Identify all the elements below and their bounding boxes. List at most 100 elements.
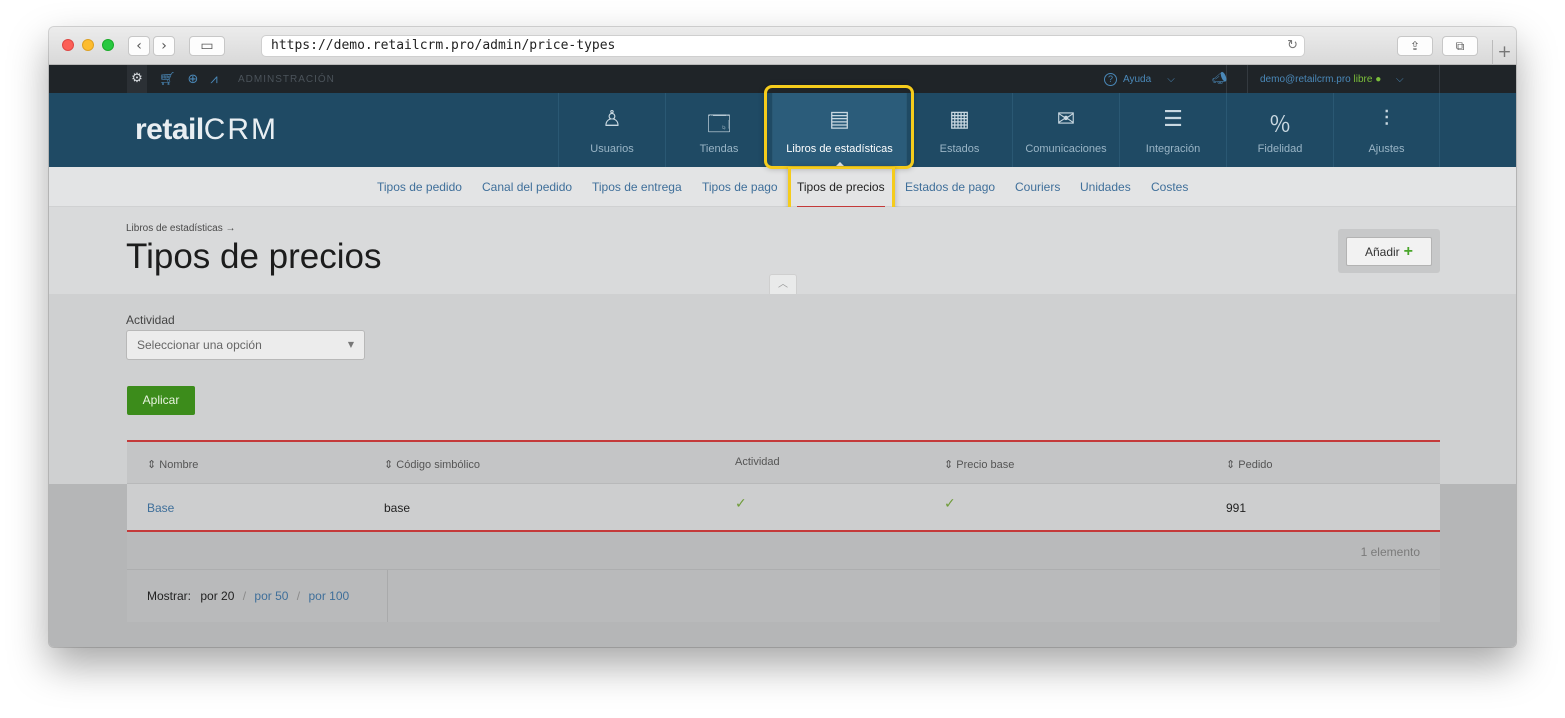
- chevron-down-icon: ⌵: [1396, 74, 1404, 85]
- nav-item-comunicaciones[interactable]: ✉ Comunicaciones: [1012, 93, 1119, 167]
- nav-item-integracion[interactable]: ☰ Integración: [1119, 93, 1226, 167]
- close-window-button[interactable]: [62, 39, 74, 51]
- th-actividad: Actividad: [735, 456, 780, 468]
- main-navigation: retailCRM ♙ Usuarios 🗔︎ Tiendas ▤ Libros…: [49, 93, 1516, 168]
- admin-quick-icons: ⚙ 🛒︎ ⊕ ⩘: [127, 65, 218, 93]
- tabs-overview-button[interactable]: ⧉: [1442, 36, 1478, 56]
- statuses-icon: ▦: [949, 107, 970, 132]
- select-placeholder: Seleccionar una opción: [137, 338, 262, 352]
- sort-icon: ⇕: [147, 459, 160, 471]
- admin-topbar: ⚙ 🛒︎ ⊕ ⩘ ADMINSTRACIÓN ? Ayuda ⌵ 📣︎ demo…: [49, 65, 1516, 93]
- nav-item-label: Tiendas: [699, 143, 739, 155]
- row-codigo: base: [384, 501, 411, 515]
- apply-button[interactable]: Aplicar: [127, 386, 195, 415]
- th-nombre[interactable]: ⇕ Nombre: [147, 458, 198, 471]
- megaphone-icon[interactable]: 📣︎: [1212, 71, 1227, 85]
- nav-item-label: Fidelidad: [1257, 143, 1303, 155]
- activity-select[interactable]: Seleccionar una opción ▼: [126, 330, 365, 360]
- nav-item-label: Libros de estadísticas: [786, 143, 893, 155]
- nav-item-ajustes[interactable]: ⫶ Ajustes: [1333, 93, 1440, 167]
- pager-row: Mostrar: por 20 / por 50 / por 100: [127, 570, 1440, 622]
- collapse-filter-toggle[interactable]: ︿: [769, 274, 797, 294]
- pager-option-50[interactable]: por 50: [254, 589, 288, 603]
- add-button-label: Añadir: [1364, 245, 1400, 259]
- user-status: libre: [1353, 74, 1373, 85]
- chart-icon[interactable]: ⩘: [210, 72, 217, 87]
- table-header: ⇕ Nombre ⇕ Código simbólico Actividad ⇕ …: [127, 442, 1440, 484]
- subnav-tipos-de-precios[interactable]: Tipos de precios: [797, 180, 885, 194]
- nav-item-fidelidad[interactable]: ％ Fidelidad: [1226, 93, 1333, 167]
- pager-option-100[interactable]: por 100: [308, 589, 349, 603]
- page-title: Tipos de precios: [126, 237, 382, 276]
- row-nombre-link[interactable]: Base: [147, 501, 174, 515]
- subnav-costes[interactable]: Costes: [1151, 180, 1188, 194]
- main-content: Actividad Seleccionar una opción ▼ Aplic…: [49, 294, 1516, 647]
- pager-label: Mostrar:: [147, 589, 192, 603]
- nav-item-label: Ajustes: [1368, 143, 1405, 155]
- browser-toolbar: ‹ › ▭ https://demo.retailcrm.pro/admin/p…: [49, 27, 1516, 65]
- subnav-tipos-de-entrega[interactable]: Tipos de entrega: [592, 180, 682, 194]
- retailcrm-logo[interactable]: retailCRM: [135, 113, 278, 147]
- sort-icon: ⇕: [944, 459, 957, 471]
- subnav-couriers[interactable]: Couriers: [1015, 180, 1060, 194]
- sort-icon: ⇕: [1226, 459, 1239, 471]
- subnav-estados-de-pago[interactable]: Estados de pago: [905, 180, 995, 194]
- sort-icon: ⇕: [384, 459, 397, 471]
- th-pedido[interactable]: ⇕ Pedido: [1226, 458, 1273, 471]
- store-icon: 🗔︎: [707, 112, 731, 137]
- table-count-row: 1 elemento: [127, 532, 1440, 570]
- minimize-window-button[interactable]: [82, 39, 94, 51]
- back-button[interactable]: ‹: [128, 36, 150, 56]
- subnav-tipos-de-pedido[interactable]: Tipos de pedido: [377, 180, 462, 194]
- admin-section-label: ADMINSTRACIÓN: [238, 74, 335, 85]
- plus-icon: +: [1403, 243, 1414, 260]
- help-icon: ?: [1104, 72, 1117, 86]
- check-icon: ✓: [735, 496, 747, 512]
- sidebar-toggle-button[interactable]: ▭: [189, 36, 225, 56]
- settings-sliders-icon: ⫶: [1383, 107, 1390, 132]
- address-bar[interactable]: https://demo.retailcrm.pro/admin/price-t…: [261, 35, 1305, 57]
- user-email: demo@retailcrm.pro: [1260, 74, 1351, 85]
- subnav-unidades[interactable]: Unidades: [1080, 180, 1131, 194]
- check-icon: ✓: [944, 496, 956, 512]
- help-menu[interactable]: ? Ayuda ⌵: [1104, 65, 1175, 93]
- nav-item-usuarios[interactable]: ♙ Usuarios: [558, 93, 665, 167]
- subnav-tipos-de-pago[interactable]: Tipos de pago: [702, 180, 778, 194]
- add-button[interactable]: Añadir +: [1346, 237, 1432, 266]
- target-icon[interactable]: ⊕: [188, 72, 199, 87]
- cart-icon[interactable]: 🛒︎: [159, 72, 176, 87]
- browser-window: ‹ › ▭ https://demo.retailcrm.pro/admin/p…: [49, 27, 1516, 647]
- new-tab-button[interactable]: +: [1492, 40, 1516, 65]
- mail-icon: ✉: [1056, 107, 1076, 132]
- activity-filter-label: Actividad: [126, 313, 175, 327]
- status-dot-icon: ●: [1375, 74, 1382, 85]
- table-row[interactable]: Base base ✓ ✓ 991: [127, 484, 1440, 532]
- element-count: 1 elemento: [1360, 545, 1420, 559]
- pager-separator: /: [296, 589, 301, 603]
- pager-separator: /: [242, 589, 247, 603]
- divider: [1439, 65, 1440, 93]
- breadcrumb[interactable]: Libros de estadísticas →: [126, 223, 236, 234]
- maximize-window-button[interactable]: [102, 39, 114, 51]
- pager-option-20[interactable]: por 20: [200, 589, 234, 603]
- reload-icon[interactable]: ↻: [1287, 36, 1298, 56]
- url-text: https://demo.retailcrm.pro/admin/price-t…: [271, 38, 616, 53]
- th-precio-base[interactable]: ⇕ Precio base: [944, 458, 1014, 471]
- nav-item-libros-de-estadisticas[interactable]: ▤ Libros de estadísticas: [772, 93, 906, 168]
- price-types-table: ⇕ Nombre ⇕ Código simbólico Actividad ⇕ …: [127, 440, 1440, 622]
- nav-item-label: Usuarios: [590, 143, 634, 155]
- nav-item-estados[interactable]: ▦ Estados: [906, 93, 1012, 167]
- book-icon: ▤: [829, 107, 850, 132]
- loyalty-icon: ％: [1268, 113, 1291, 138]
- forward-button[interactable]: ›: [153, 36, 175, 56]
- add-button-wrapper: Añadir +: [1338, 229, 1440, 273]
- user-menu[interactable]: demo@retailcrm.pro libre ● ⌵: [1260, 74, 1404, 85]
- chevron-down-icon: ⌵: [1167, 73, 1175, 85]
- share-button[interactable]: ⇪: [1397, 36, 1433, 56]
- nav-item-tiendas[interactable]: 🗔︎ Tiendas: [665, 93, 772, 167]
- th-codigo-simbolico[interactable]: ⇕ Código simbólico: [384, 458, 480, 471]
- logo-crm-text: CRM: [203, 113, 279, 146]
- nav-item-label: Comunicaciones: [1025, 143, 1107, 155]
- gear-icon[interactable]: ⚙: [127, 65, 147, 93]
- subnav-canal-del-pedido[interactable]: Canal del pedido: [482, 180, 572, 194]
